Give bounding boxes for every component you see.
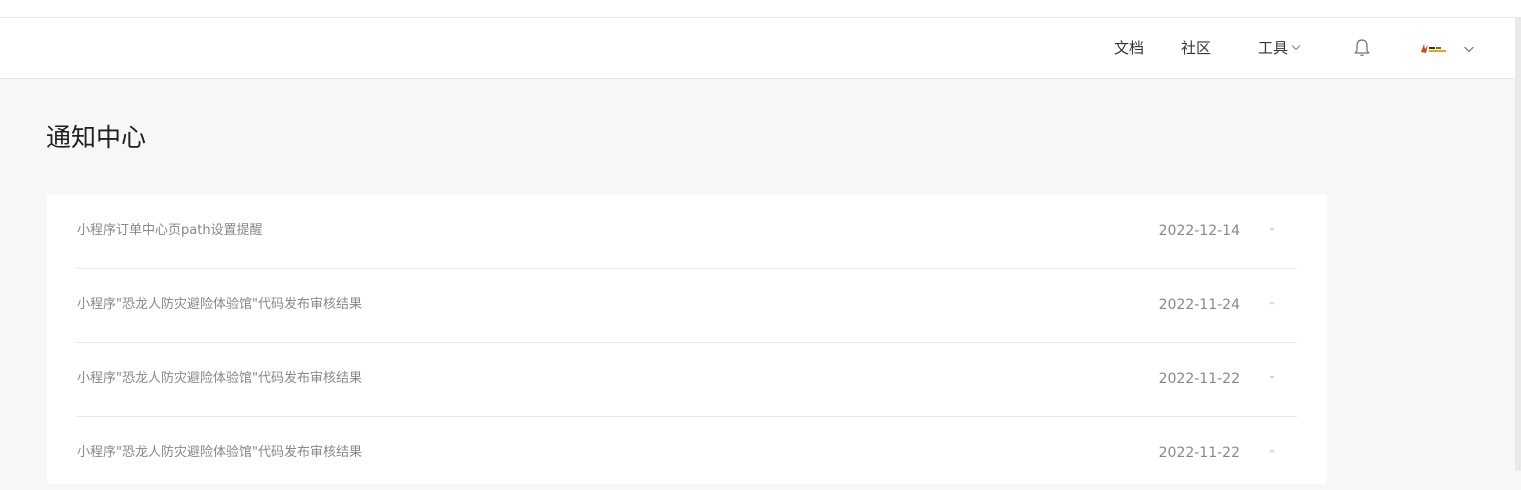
browser-top-strip — [0, 0, 1521, 18]
nav-tools-menu[interactable]: 工具 — [1258, 18, 1301, 78]
notification-list: 小程序订单中心页path设置提醒 2022-12-14 小程序"恐龙人防灾避险体… — [47, 194, 1327, 484]
notification-date: 2022-11-24 — [1158, 297, 1240, 313]
avatar-menu-chevron-icon[interactable] — [1462, 42, 1476, 56]
caret-down-icon[interactable] — [1269, 228, 1275, 231]
notification-item[interactable]: 小程序"恐龙人防灾避险体验馆"代码发布审核结果 2022-11-24 — [77, 268, 1297, 343]
chevron-down-icon — [1291, 44, 1301, 50]
bell-icon[interactable] — [1352, 37, 1372, 59]
notification-title: 小程序"恐龙人防灾避险体验馆"代码发布审核结果 — [77, 371, 362, 386]
notification-date: 2022-11-22 — [1158, 371, 1240, 387]
page-title: 通知中心 — [46, 123, 147, 152]
notification-title: 小程序"恐龙人防灾避险体验馆"代码发布审核结果 — [77, 445, 362, 460]
nav-tools-label: 工具 — [1258, 39, 1289, 57]
caret-down-icon[interactable] — [1269, 450, 1275, 453]
notification-date: 2022-12-14 — [1158, 223, 1240, 239]
nav-community-link[interactable]: 社区 — [1181, 18, 1211, 78]
caret-down-icon[interactable] — [1269, 376, 1275, 379]
notification-item[interactable]: 小程序订单中心页path设置提醒 2022-12-14 — [77, 194, 1297, 269]
notification-title: 小程序订单中心页path设置提醒 — [77, 223, 263, 238]
caret-down-icon[interactable] — [1269, 302, 1275, 305]
notification-title: 小程序"恐龙人防灾避险体验馆"代码发布审核结果 — [77, 297, 362, 312]
top-header: 文档 社区 工具 — [0, 18, 1515, 79]
notification-date: 2022-11-22 — [1158, 445, 1240, 461]
notification-item[interactable]: 小程序"恐龙人防灾避险体验馆"代码发布审核结果 2022-11-22 — [77, 342, 1297, 417]
page-scrollbar[interactable] — [1515, 18, 1521, 471]
avatar[interactable] — [1418, 40, 1448, 56]
nav-docs-link[interactable]: 文档 — [1114, 18, 1144, 78]
notification-item[interactable]: 小程序"恐龙人防灾避险体验馆"代码发布审核结果 2022-11-22 — [77, 416, 1297, 490]
